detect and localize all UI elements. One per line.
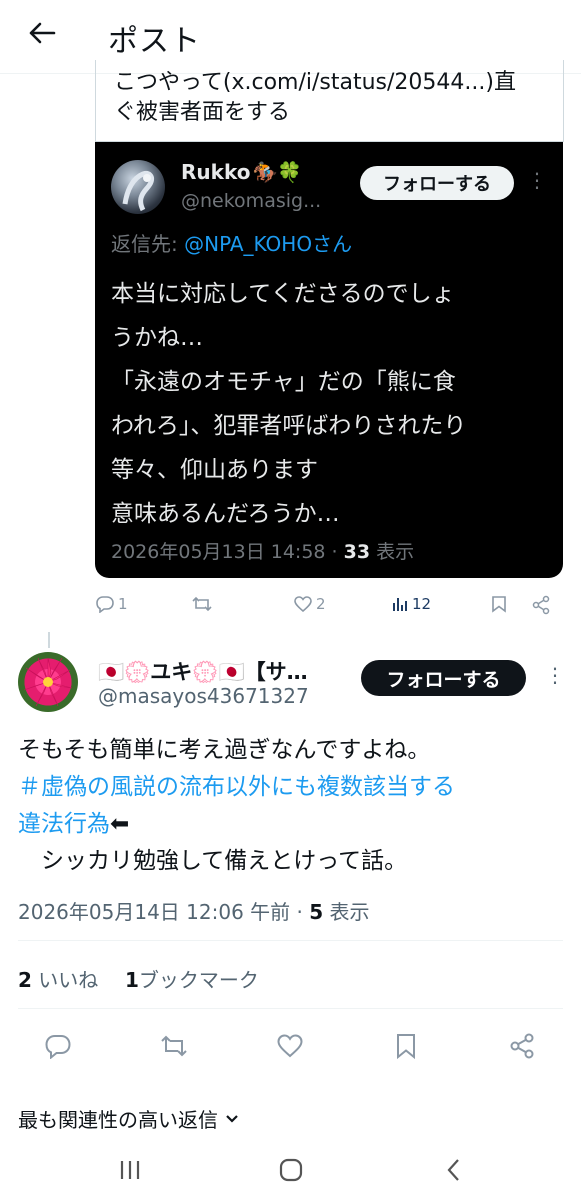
left-arrow-emoji: ⬅: [110, 811, 130, 837]
share-icon[interactable]: [506, 1030, 538, 1062]
embedded-author-handle: @nekomasig...: [181, 190, 322, 212]
repost-icon[interactable]: [158, 1030, 190, 1062]
embedded-post-meta: 2026年05月13日 14:58 · 33 表示: [111, 541, 415, 563]
embedded-author-name: Rukko 🏇🍀: [181, 160, 303, 184]
quoted-text-line: ぐ被害者面をする: [114, 100, 291, 125]
body-line: 本当に対応してくださるのでしょ: [111, 281, 455, 307]
views-button[interactable]: 12: [391, 595, 431, 613]
avatar[interactable]: [18, 652, 78, 712]
post-actions: [0, 1026, 581, 1066]
reply-icon[interactable]: [42, 1030, 74, 1062]
views-icon: [393, 598, 407, 611]
repost-icon: [192, 596, 212, 612]
post-text-line: そもそも簡単に考え過ぎなんですよね。: [18, 737, 431, 763]
recent-apps-icon[interactable]: [112, 1152, 148, 1188]
avatar: [111, 160, 165, 214]
engagement-stats: 2 いいね 1ブックマーク: [18, 964, 259, 993]
share-button[interactable]: [531, 595, 551, 615]
thread-connector-line: [48, 632, 50, 648]
author-name[interactable]: 🇯🇵💮ユキ💮🇯🇵【サ…: [98, 656, 348, 686]
body-line: うかね…: [111, 325, 203, 351]
body-line: 「永遠のオモチャ」だの「熊に食: [111, 369, 456, 395]
divider: [18, 940, 563, 941]
views-count: 5: [309, 900, 324, 924]
reply-mention: @NPA_KOHOさん: [184, 232, 353, 256]
post-timestamp[interactable]: 2026年05月14日 12:06 午前 ·: [18, 900, 309, 924]
body-line: われろ」、犯罪者呼ばわりされたり: [111, 413, 467, 439]
page-title: ポスト: [108, 24, 201, 59]
chevron-down-icon: [226, 1114, 238, 1123]
back-arrow-icon[interactable]: [24, 15, 60, 51]
share-icon: [532, 595, 550, 615]
home-icon[interactable]: [273, 1152, 309, 1188]
reply-icon: [96, 596, 114, 613]
repost-button[interactable]: [191, 595, 213, 613]
embedded-screenshot-image[interactable]: Rukko 🏇🍀 @nekomasig... フォローする ⋮ 返信先: @NPA…: [95, 142, 563, 578]
more-vertical-icon: ⋮: [527, 168, 547, 192]
reply-sort-label: 最も関連性の高い返信: [18, 1108, 218, 1132]
parent-post-actions: 1 2 12: [95, 592, 565, 622]
embedded-post-body: 本当に対応してくださるのでしょ うかね… 「永遠のオモチャ」だの「熊に食 われろ…: [111, 272, 551, 536]
back-nav-icon[interactable]: [436, 1152, 472, 1188]
system-navigation-bar: [0, 1140, 581, 1200]
bookmark-icon[interactable]: [390, 1030, 422, 1062]
more-vertical-icon[interactable]: ⋮: [545, 663, 565, 687]
divider: [18, 1008, 563, 1009]
author-emoji: 🏇🍀: [252, 160, 303, 184]
post-text-line: シッカリ勉強して備えとけって話。: [18, 848, 408, 874]
bookmark-button[interactable]: [491, 595, 507, 613]
post-body: そもそも簡単に考え過ぎなんですよね。 ＃虚偽の風説の流布以外にも複数該当する 違…: [18, 732, 568, 880]
bookmarks-stat[interactable]: 1ブックマーク: [125, 968, 259, 992]
author-handle[interactable]: @masayos43671327: [98, 684, 309, 708]
heart-icon[interactable]: [274, 1030, 306, 1062]
bookmark-icon: [492, 596, 506, 613]
like-button[interactable]: 2: [293, 595, 326, 613]
hashtag-link[interactable]: 違法行為: [18, 811, 110, 837]
embedded-follow-button: フォローする: [360, 166, 514, 200]
quoted-text-line: こつやって(x.com/i/status/20544...)直: [114, 70, 516, 95]
heart-icon: [294, 596, 312, 613]
body-line: 意味あるんだろうか…: [111, 501, 340, 527]
quoted-post-card[interactable]: こつやって(x.com/i/status/20544...)直 ぐ被害者面をする: [95, 60, 564, 142]
reply-sort-dropdown[interactable]: 最も関連性の高い返信: [18, 1104, 240, 1133]
post-meta: 2026年05月14日 12:06 午前 · 5 表示: [18, 900, 370, 924]
likes-stat[interactable]: 2 いいね: [18, 968, 98, 992]
reply-button[interactable]: 1: [95, 595, 128, 613]
follow-button[interactable]: フォローする: [361, 660, 526, 696]
hashtag-link[interactable]: ＃虚偽の風説の流布以外にも複数該当する: [18, 769, 568, 806]
reply-to-label: 返信先: @NPA_KOHOさん: [111, 232, 353, 256]
body-line: 等々、仰山あります: [111, 457, 318, 483]
quoted-post-text: こつやって(x.com/i/status/20544...)直 ぐ被害者面をする: [114, 68, 554, 128]
